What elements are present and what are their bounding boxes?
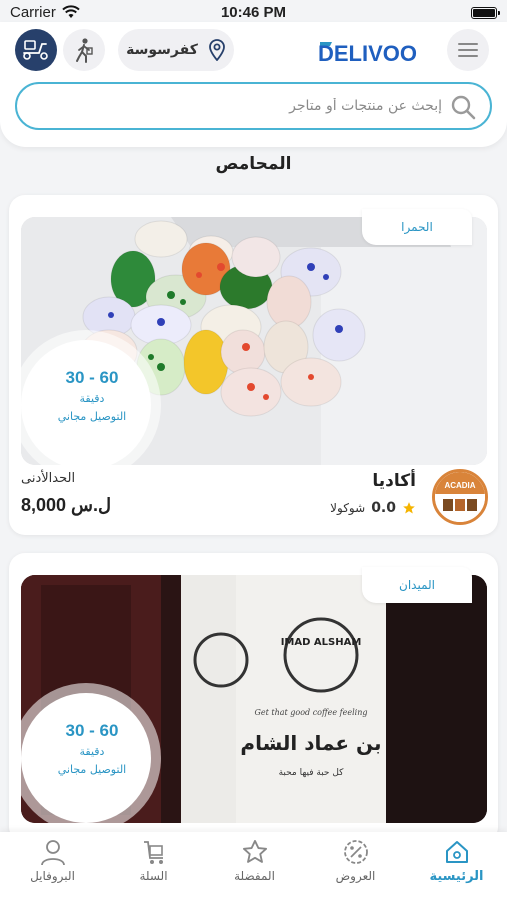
menu-button[interactable] — [447, 29, 489, 71]
delivery-time-badge: 30 - 60 دقيقة التوصيل مجاني — [11, 683, 163, 833]
tab-profile[interactable]: البروفايل — [2, 838, 103, 894]
delivery-time-badge: 30 - 60 دقيقة التوصيل مجاني — [11, 330, 163, 480]
store-card[interactable]: الحمرا 30 - 60 دقيقة التوصيل مجاني ACADI… — [9, 195, 498, 535]
store-meta: شوكولا 0.0 — [330, 500, 416, 516]
tab-label: البروفايل — [30, 869, 75, 883]
tab-label: المفضلة — [234, 869, 275, 883]
store-category: شوكولا — [330, 501, 366, 515]
tab-favorites[interactable]: المفضلة — [204, 838, 305, 894]
tab-label: السلة — [139, 869, 168, 883]
profile-icon — [40, 840, 65, 866]
page-title: المحامص — [215, 154, 292, 174]
star-icon — [403, 502, 415, 514]
home-icon — [445, 841, 468, 863]
eta-range: 30 - 60 — [65, 721, 119, 740]
tab-label: الرئيسية — [429, 869, 484, 884]
delivoo-logo: DELIVOO — [318, 41, 417, 66]
store-area-tag: الميدان — [362, 567, 472, 603]
hamburger-menu-icon — [458, 43, 478, 57]
search-icon — [451, 95, 476, 120]
product-tagline-text: Get that good coffee feeling — [255, 708, 368, 717]
battery-icon — [471, 7, 500, 19]
app-header: كفرسوسة DELIVOO — [0, 22, 507, 147]
free-delivery-label: التوصيل مجاني — [57, 763, 127, 776]
acadia-logo: ACADIA — [435, 472, 485, 522]
product-slogan-text: كل حبة فيها محبة — [279, 768, 345, 778]
eta-range: 30 - 60 — [65, 368, 119, 387]
tab-cart[interactable]: السلة — [103, 838, 204, 894]
store-area-tag: الحمرا — [362, 209, 472, 245]
scooter-icon — [23, 40, 48, 60]
store-rating: 0.0 — [371, 500, 396, 516]
location-selector[interactable]: كفرسوسة — [118, 29, 234, 71]
map-pin-icon — [208, 39, 225, 61]
bottom-tab-bar: البروفايل السلة المفضلة العروض الرئيسية — [0, 832, 507, 900]
eta-unit: دقيقة — [79, 745, 105, 758]
delivery-mode-button[interactable] — [15, 29, 57, 71]
star-outline-icon — [242, 839, 267, 863]
min-order-label: الحدالأدنى — [21, 471, 76, 486]
tab-home[interactable]: الرئيسية — [406, 838, 507, 894]
tab-label: العروض — [335, 869, 376, 883]
percent-badge-icon — [343, 840, 368, 864]
search-input[interactable] — [62, 92, 442, 120]
store-name: أكاديا — [372, 471, 416, 491]
store-logo: ACADIA — [432, 469, 488, 525]
logo-text: DELIVOO — [318, 41, 417, 66]
product-name-text: بن عماد الشام — [240, 731, 381, 755]
cart-icon — [143, 841, 163, 864]
eta-unit: دقيقة — [79, 392, 105, 405]
location-label: كفرسوسة — [126, 42, 198, 58]
product-brand-text: IMAD ALSHAM — [281, 637, 362, 648]
store-card[interactable]: IMAD ALSHAM بن عماد الشام كل حبة فيها مح… — [9, 553, 498, 843]
free-delivery-label: التوصيل مجاني — [57, 410, 127, 423]
tab-offers[interactable]: العروض — [305, 838, 406, 894]
search-bar[interactable] — [15, 82, 492, 130]
walking-person-icon — [76, 38, 93, 63]
pickup-mode-button[interactable] — [63, 29, 105, 71]
store-logo-text: ACADIA — [444, 481, 475, 490]
min-order-value: 8,000 ل.س — [21, 495, 112, 515]
clock: 10:46 PM — [220, 4, 287, 21]
